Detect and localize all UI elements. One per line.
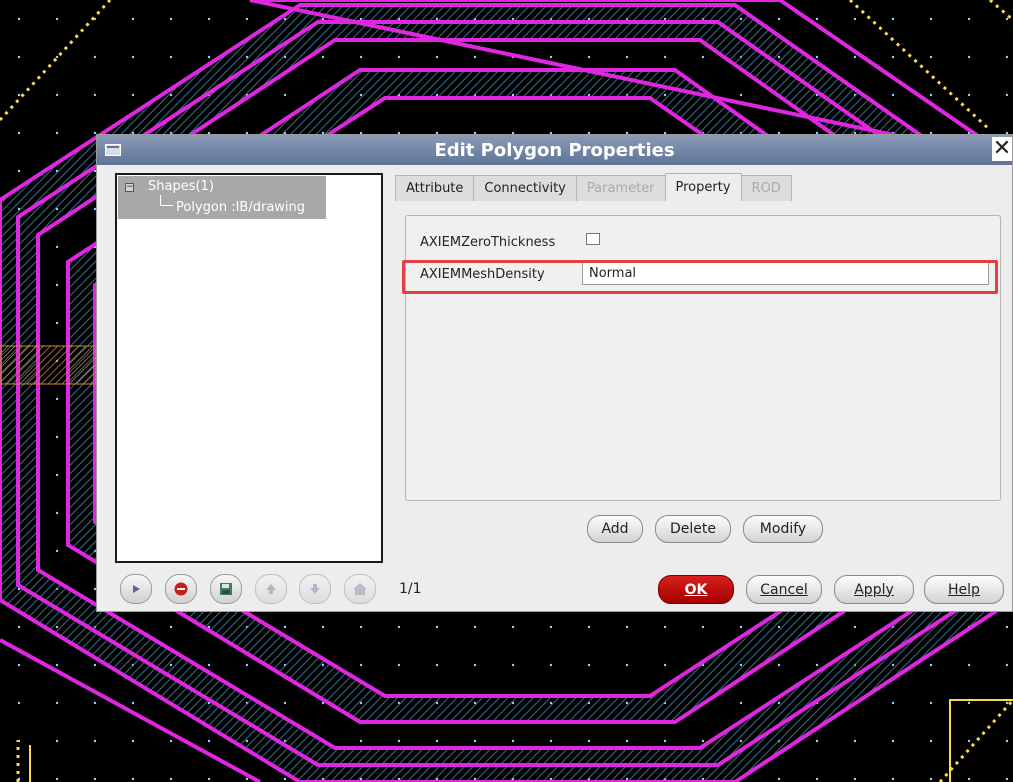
tab-parameter: Parameter [575, 175, 666, 201]
tab-property[interactable]: Property [664, 173, 742, 201]
dialog-title: Edit Polygon Properties [434, 139, 675, 161]
page-indicator: 1/1 [399, 581, 422, 597]
help-button[interactable]: Help [924, 575, 1004, 604]
tree-root-label[interactable]: Shapes(1) [148, 179, 214, 194]
home-icon [344, 574, 376, 604]
modify-button[interactable]: Modify [743, 515, 823, 543]
zero-thickness-checkbox[interactable] [586, 233, 600, 245]
zero-thickness-label: AXIEMZeroThickness [420, 235, 556, 250]
tree-selection[interactable]: − Shapes(1) Polygon :IB/drawing [118, 176, 326, 219]
tab-connectivity[interactable]: Connectivity [473, 175, 577, 201]
window-menu-icon[interactable] [105, 144, 121, 156]
shape-tree: − Shapes(1) Polygon :IB/drawing [115, 173, 383, 563]
apply-button-label: Apply [854, 581, 894, 598]
collapse-icon[interactable]: − [125, 183, 134, 192]
mesh-density-field[interactable] [582, 261, 989, 285]
save-icon[interactable] [210, 574, 242, 604]
play-icon[interactable] [120, 574, 152, 604]
dialog-titlebar[interactable]: Edit Polygon Properties ✕ [97, 135, 1012, 165]
close-icon[interactable]: ✕ [992, 137, 1012, 161]
cancel-button[interactable]: Cancel [746, 575, 822, 604]
stop-icon[interactable] [165, 574, 197, 604]
up-arrow-icon [255, 574, 287, 604]
tab-bar: Attribute Connectivity Parameter Propert… [395, 173, 792, 201]
tab-rod: ROD [740, 175, 792, 201]
tab-attribute[interactable]: Attribute [395, 175, 475, 201]
property-panel: AXIEMZeroThickness AXIEMMeshDensity [405, 215, 1001, 501]
edit-polygon-properties-dialog: Edit Polygon Properties ✕ − Shapes(1) Po… [96, 134, 1013, 612]
apply-button[interactable]: Apply [834, 575, 914, 604]
ok-button[interactable]: OK [658, 575, 734, 604]
cancel-button-label: Cancel [760, 581, 808, 598]
help-button-label: Help [948, 581, 980, 598]
add-button[interactable]: Add [587, 515, 643, 543]
down-arrow-icon [299, 574, 331, 604]
delete-button[interactable]: Delete [655, 515, 731, 543]
mesh-density-label: AXIEMMeshDensity [420, 267, 545, 282]
ok-button-label: OK [684, 581, 708, 598]
tree-branch-line [160, 195, 173, 206]
tree-child-label[interactable]: Polygon :IB/drawing [176, 200, 305, 215]
